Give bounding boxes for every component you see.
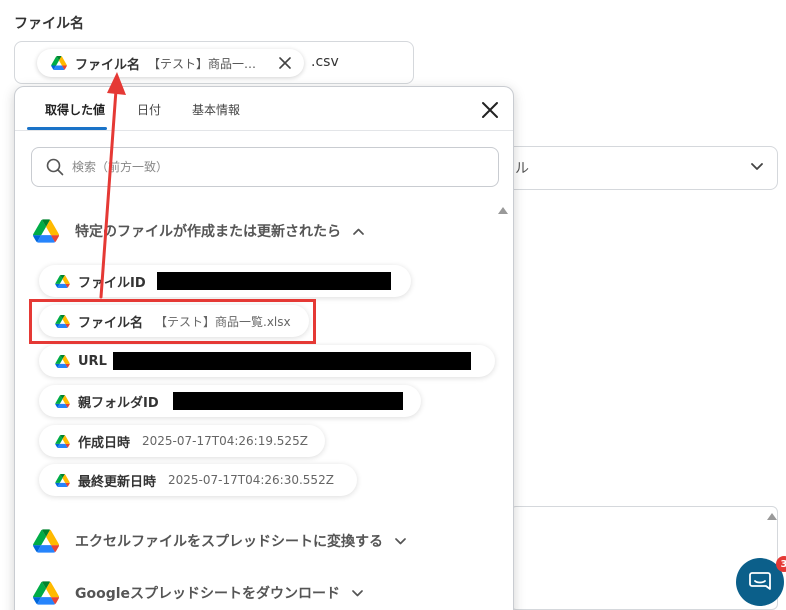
search-input[interactable] <box>72 160 472 174</box>
tab-basic-info[interactable]: 基本情報 <box>192 101 240 118</box>
chevron-down-icon <box>395 537 406 544</box>
background-textarea[interactable] <box>510 506 778 610</box>
google-drive-icon <box>33 581 59 605</box>
section-title: エクセルファイルをスプレッドシートに変換する <box>75 534 383 550</box>
google-drive-icon <box>51 56 67 70</box>
background-select-value: ル <box>515 161 529 177</box>
chevron-down-icon <box>751 163 763 170</box>
item-label: ファイルID <box>78 275 146 291</box>
google-drive-icon <box>55 395 70 408</box>
search-field[interactable] <box>31 147 499 187</box>
section-title: Googleスプレッドシートをダウンロード <box>75 586 341 602</box>
section-title: 特定のファイルが作成または更新されたら <box>75 224 341 240</box>
tab-retrieved-values[interactable]: 取得した値 <box>45 101 105 118</box>
close-icon[interactable] <box>480 100 500 120</box>
scroll-up-icon[interactable] <box>767 513 777 520</box>
redacted-value <box>173 392 403 410</box>
item-label: 親フォルダID <box>78 395 159 411</box>
item-value: 2025-07-17T04:26:19.525Z <box>142 434 308 448</box>
redacted-value <box>113 352 471 370</box>
search-icon <box>46 158 64 176</box>
list-item-parent-folder-id[interactable]: 親フォルダID <box>39 385 421 417</box>
highlight-annotation-box <box>29 299 316 344</box>
tab-date[interactable]: 日付 <box>137 101 161 118</box>
chip-value: 【テスト】商品一覧.xl... <box>148 56 268 71</box>
variable-picker-dropdown: 取得した値 日付 基本情報 特定のファイルが作成または更新されたら ファイルID… <box>14 86 514 610</box>
file-name-input[interactable]: ファイル名 【テスト】商品一覧.xl... .csv <box>14 41 414 84</box>
active-tab-indicator <box>27 127 107 130</box>
item-label: URL <box>78 353 107 369</box>
google-drive-icon <box>55 275 70 288</box>
section-convert-excel[interactable]: エクセルファイルをスプレッドシートに変換する <box>33 529 406 553</box>
item-value: 2025-07-17T04:26:30.552Z <box>168 473 334 487</box>
section-download-spreadsheet[interactable]: Googleスプレッドシートをダウンロード <box>33 581 363 605</box>
item-label: 作成日時 <box>78 435 131 451</box>
chip-label: ファイル名 <box>75 57 141 73</box>
redacted-value <box>157 272 391 290</box>
google-drive-icon <box>33 529 59 553</box>
chip-remove-button[interactable] <box>274 52 296 74</box>
close-icon <box>279 57 291 69</box>
google-drive-icon <box>55 474 70 487</box>
scroll-up-icon[interactable] <box>498 207 508 214</box>
chevron-down-icon <box>352 589 363 596</box>
google-drive-icon <box>55 355 70 368</box>
chevron-up-icon <box>353 228 364 235</box>
file-name-field-label: ファイル名 <box>14 16 84 32</box>
file-extension-text: .csv <box>311 54 339 70</box>
tab-bar: 取得した値 日付 基本情報 <box>15 87 513 131</box>
list-item-created-at[interactable]: 作成日時 2025-07-17T04:26:19.525Z <box>39 425 325 457</box>
list-item-url[interactable]: URL <box>39 345 495 377</box>
section-trigger-file-updated[interactable]: 特定のファイルが作成または更新されたら <box>33 219 364 243</box>
google-drive-icon <box>55 435 70 448</box>
list-item-modified-at[interactable]: 最終更新日時 2025-07-17T04:26:30.552Z <box>39 464 357 496</box>
item-label: 最終更新日時 <box>78 474 157 490</box>
background-select[interactable]: ル <box>505 146 778 190</box>
google-drive-icon <box>33 219 59 243</box>
notification-badge: 3 <box>776 556 786 572</box>
chat-icon <box>749 572 771 590</box>
list-item-file-id[interactable]: ファイルID <box>39 265 411 297</box>
variable-chip-file-name[interactable]: ファイル名 【テスト】商品一覧.xl... <box>37 49 305 77</box>
